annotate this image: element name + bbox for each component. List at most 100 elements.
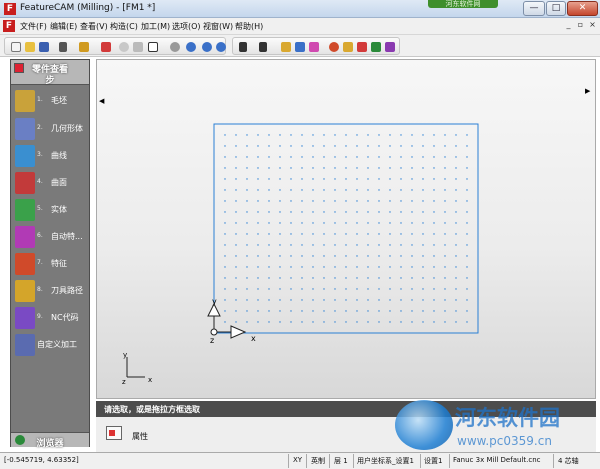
grid-dot [411,178,413,180]
step-surface[interactable]: 4. 曲面 [13,170,89,198]
grid-dot [224,255,226,257]
grid-dot [444,299,446,301]
mdi-close-button[interactable]: × [587,20,598,31]
grid-dot [466,255,468,257]
stock-grid: y x z y x z [122,123,479,386]
chip-icon[interactable] [357,42,367,52]
grid-dot [257,211,259,213]
curve-icon[interactable] [281,42,291,52]
grid-dot [367,310,369,312]
grid-dot [301,233,303,235]
save-icon[interactable] [39,42,49,52]
scroll-left-arrow[interactable]: ◀ [99,97,104,105]
step-feature[interactable]: 7. 特征 [13,251,89,279]
shape-icon[interactable] [295,42,305,52]
grid-dot [444,255,446,257]
grid-dot [411,156,413,158]
grid-dot [235,255,237,257]
grid-dot [367,178,369,180]
site-badge: 河东软件网 [428,0,498,8]
mdi-minimize-button[interactable]: _ [563,20,574,31]
minimize-button[interactable]: — [523,1,545,16]
watermark: 河东软件园 www.pc0359.cn [395,394,595,456]
mdi-restore-button[interactable]: ▫ [575,20,586,31]
feature-icon[interactable] [79,42,89,52]
eraser-icon[interactable] [101,42,111,52]
grid-dot [411,134,413,136]
grid-dot [279,156,281,158]
help-icon[interactable] [170,42,180,52]
status-layer[interactable]: 层 1 [334,456,348,466]
step-geometry[interactable]: 2. 几何形体 [13,116,89,144]
circle-icon[interactable] [119,42,129,52]
star-icon[interactable] [239,42,247,52]
settings-icon[interactable] [329,42,339,52]
step-curve[interactable]: 3. 曲线 [13,143,89,171]
pointer-icon[interactable] [148,42,158,52]
grid-dot [224,167,226,169]
step-custom-machining[interactable]: 自定义加工 [13,332,89,360]
panel-header: 零件查看 步 [11,60,89,86]
step-stock[interactable]: 1. 毛坯 [13,88,89,116]
tool-icon[interactable] [343,42,353,52]
properties-icon[interactable] [106,426,122,440]
step-solid[interactable]: 5. 实体 [13,197,89,225]
status-units[interactable]: 英制 [311,456,325,466]
open-folder-icon[interactable] [25,42,35,52]
menu-construct[interactable]: 构造(C) [110,21,138,32]
grid-dot [290,321,292,323]
menu-help[interactable]: 帮助(H) [235,21,263,32]
zoom-icon[interactable] [216,42,226,52]
grid-dot [334,299,336,301]
grid-dot [389,277,391,279]
document-icon[interactable]: F [3,20,15,32]
cube-icon[interactable] [309,42,319,52]
status-plane[interactable]: XY [293,456,302,464]
grid-dot [334,211,336,213]
grid-dot [389,200,391,202]
step-auto-feature[interactable]: 6. 自动特... [13,224,89,252]
small-axis-label-y: y [123,351,127,359]
menu-edit[interactable]: 编辑(E) [50,21,77,32]
grid-dot [323,222,325,224]
menu-file[interactable]: 文件(F) [20,21,47,32]
grid-dot [455,277,457,279]
export-icon[interactable] [385,42,395,52]
step-nc-code[interactable]: 9. NC代码 [13,305,89,333]
grid-dot [279,211,281,213]
stock-outline [213,123,479,334]
toolbar [0,35,600,57]
cross-icon[interactable] [133,42,143,52]
step-label: 毛坯 [51,96,67,105]
menu-machining[interactable]: 加工(M) [141,21,170,32]
grid-dot [301,178,303,180]
grid-dot [356,310,358,312]
status-post[interactable]: Fanuc 3x Mill Default.cnc [453,456,540,464]
grid-dot [279,222,281,224]
properties-label[interactable]: 属性 [132,431,148,442]
status-axes[interactable]: 4 芯轴 [558,456,579,466]
status-setup[interactable]: 设置1 [424,456,442,466]
menu-window[interactable]: 视窗(W) [203,21,233,32]
info-icon[interactable] [186,42,196,52]
grid-dot [389,310,391,312]
grid-dot [279,200,281,202]
move-icon[interactable] [59,42,67,52]
scroll-right-arrow[interactable]: ▶ [585,87,590,95]
graphics-viewport[interactable]: y x z y x z ◀ ▶ [96,59,596,399]
menu-view[interactable]: 查看(V) [80,21,108,32]
grid-dot [323,299,325,301]
new-file-icon[interactable] [11,42,21,52]
snap-icon[interactable] [259,42,267,52]
pan-icon[interactable] [202,42,212,52]
close-button[interactable]: ✕ [567,1,598,16]
maximize-button[interactable]: □ [546,1,566,16]
grid-dot [246,310,248,312]
browser-tab[interactable]: 浏览器 [11,432,89,449]
grid-dot [301,288,303,290]
status-ucs[interactable]: 用户坐标系_设置1 [357,456,414,466]
menu-options[interactable]: 选项(O) [172,21,201,32]
step-toolpath[interactable]: 8. 刀具路径 [13,278,89,306]
x-axis-arrow [230,325,247,339]
gear-icon[interactable] [371,42,381,52]
